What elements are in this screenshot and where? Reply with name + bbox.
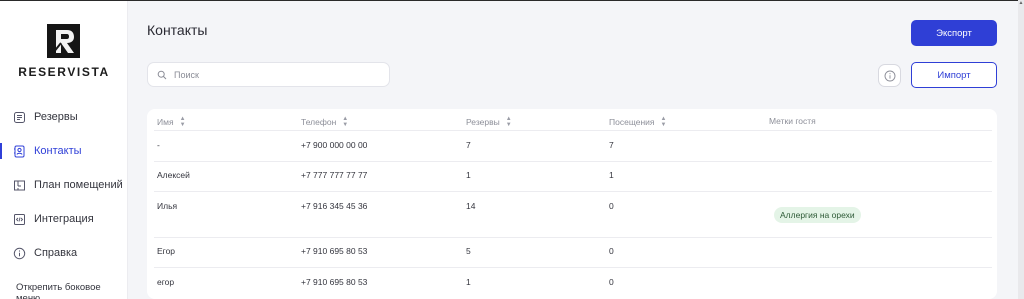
column-header-phone[interactable]: Телефон ▲ ▼ xyxy=(301,116,348,128)
sort-icon: ▲ ▼ xyxy=(179,116,186,128)
row-divider xyxy=(154,191,992,192)
cell-reserves: 7 xyxy=(466,140,471,150)
cell-visits: 0 xyxy=(609,277,614,287)
floor-plan-icon xyxy=(12,178,26,192)
cell-phone: +7 777 777 77 77 xyxy=(301,170,368,180)
cell-phone: +7 916 345 45 36 xyxy=(301,201,368,211)
contacts-table: Имя ▲ ▼ Телефон ▲ ▼ Резервы ▲ ▼ Посещения ▲ ▼ Ме… xyxy=(147,109,997,299)
cell-visits: 1 xyxy=(609,170,614,180)
cell-phone: +7 900 000 00 00 xyxy=(301,140,368,150)
row-divider xyxy=(154,130,992,131)
integration-icon xyxy=(12,212,26,226)
sidebar-item-label: Интеграция xyxy=(34,213,94,225)
info-button[interactable] xyxy=(878,64,901,87)
cell-phone: +7 910 695 80 53 xyxy=(301,277,368,287)
cell-reserves: 14 xyxy=(466,201,476,211)
sidebar-item-floor-plan[interactable]: План помещений xyxy=(0,174,128,196)
cell-visits: 7 xyxy=(609,140,614,150)
import-button[interactable]: Импорт xyxy=(911,62,997,88)
sidebar-item-reservations[interactable]: Резервы xyxy=(0,106,128,128)
row-divider xyxy=(154,161,992,162)
logo-icon xyxy=(47,24,80,58)
cell-name[interactable]: - xyxy=(157,140,160,150)
sidebar-item-contacts[interactable]: Контакты xyxy=(0,140,128,162)
row-divider xyxy=(154,237,992,238)
sidebar-item-label: Контакты xyxy=(34,145,82,157)
sort-icon: ▲ ▼ xyxy=(505,116,512,128)
reservations-icon xyxy=(12,110,26,124)
sort-icon: ▲ ▼ xyxy=(342,116,349,128)
window-top-border xyxy=(0,0,1024,1)
cell-phone: +7 910 695 80 53 xyxy=(301,246,368,256)
cell-name[interactable]: егор xyxy=(157,277,174,287)
brand-name: RESERVISTA xyxy=(18,65,110,79)
info-icon xyxy=(884,70,895,81)
column-header-reserves[interactable]: Резервы ▲ ▼ xyxy=(466,116,512,128)
contacts-icon xyxy=(12,144,26,158)
sidebar: RESERVISTA Резервы Контакты План помещен… xyxy=(0,1,128,299)
unpin-sidebar-link[interactable]: Открепить боковое меню xyxy=(16,282,127,299)
cell-visits: 0 xyxy=(609,246,614,256)
column-header-visits[interactable]: Посещения ▲ ▼ xyxy=(609,116,666,128)
page-title: Контакты xyxy=(147,22,208,38)
cell-visits: 0 xyxy=(609,201,614,211)
cell-name[interactable]: Егор xyxy=(157,246,175,256)
search-icon xyxy=(157,70,167,80)
cell-name[interactable]: Алексей xyxy=(157,170,190,180)
sort-icon: ▲ ▼ xyxy=(660,116,667,128)
cell-reserves: 1 xyxy=(466,277,471,287)
sidebar-item-integration[interactable]: Интеграция xyxy=(0,208,128,230)
cell-name[interactable]: Илья xyxy=(157,201,177,211)
column-header-name[interactable]: Имя ▲ ▼ xyxy=(157,116,186,128)
sidebar-item-label: План помещений xyxy=(34,179,123,191)
scroll-up-icon[interactable]: ▲ xyxy=(1018,0,1024,6)
sidebar-item-label: Справка xyxy=(34,247,78,259)
search-box[interactable] xyxy=(147,62,390,87)
info-icon xyxy=(12,246,26,260)
guest-tag-badge: Аллергия на орехи xyxy=(774,207,861,223)
column-header-guest-tags: Метки гостя xyxy=(769,116,816,126)
export-button[interactable]: Экспорт xyxy=(911,20,997,46)
search-input[interactable] xyxy=(174,69,374,80)
cell-reserves: 5 xyxy=(466,246,471,256)
page-scrollbar[interactable]: ▲ xyxy=(1018,0,1024,299)
sidebar-item-help[interactable]: Справка xyxy=(0,242,128,264)
row-divider xyxy=(154,267,992,268)
sidebar-item-label: Резервы xyxy=(34,111,78,123)
cell-reserves: 1 xyxy=(466,170,471,180)
